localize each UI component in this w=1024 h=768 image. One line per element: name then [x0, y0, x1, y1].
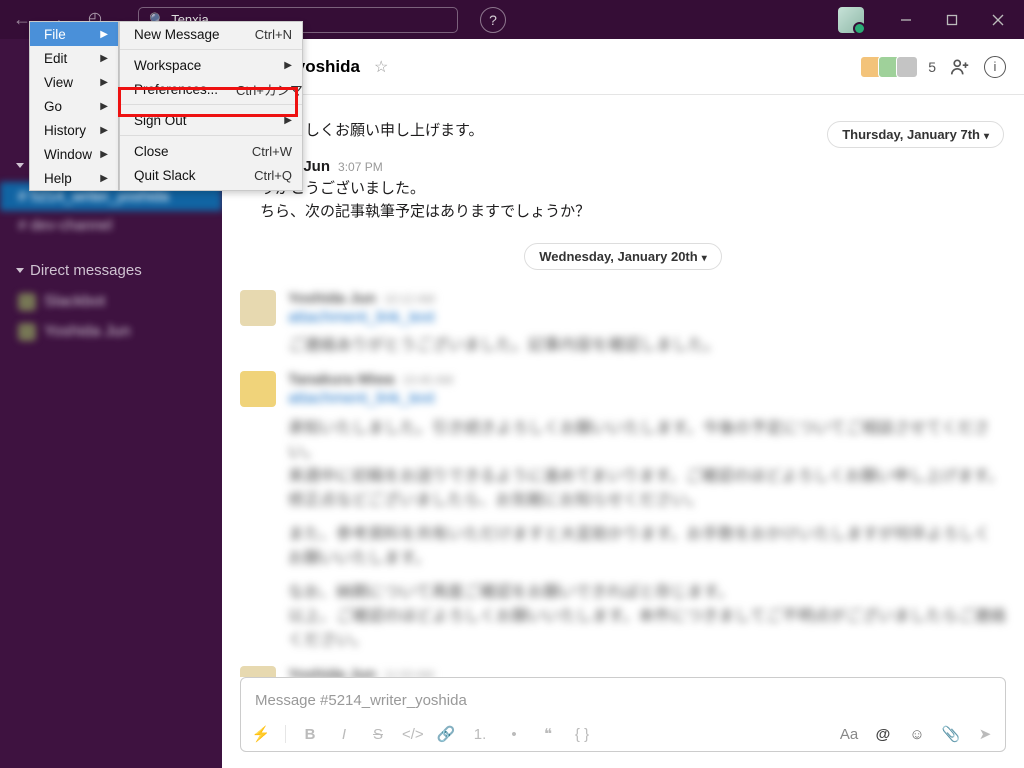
message: Tanakura Miwa10:45 AM attachment_link_te… [288, 371, 1006, 650]
member-count: 5 [928, 59, 936, 75]
channel-header: writer_yoshida ☆ 5 i [222, 39, 1024, 95]
message-time: 3:07 PM [338, 160, 383, 174]
composer-input[interactable]: Message #5214_writer_yoshida [241, 678, 1005, 719]
message-pane: 卒よろしくお願い申し上げます。 shida Jun 3:07 PM りがとうござ… [222, 95, 1024, 677]
menu-file[interactable]: File▶ [30, 22, 118, 46]
app-menu-col2: New MessageCtrl+N Workspace▶ Preferences… [119, 21, 303, 191]
send-button[interactable]: ➤ [975, 725, 995, 743]
message-body: 卒よろしくお願い申し上げます。 [242, 115, 827, 144]
message-composer[interactable]: Message #5214_writer_yoshida ⚡ B I S </>… [240, 677, 1006, 752]
message-avatar [240, 666, 276, 677]
menu-go[interactable]: Go▶ [30, 94, 118, 118]
window-maximize[interactable] [930, 5, 974, 35]
window-close[interactable] [976, 5, 1020, 35]
bold-icon[interactable]: B [300, 726, 320, 743]
sidebar-channel-item[interactable]: # dev-channel [0, 211, 222, 240]
attach-icon[interactable]: 📎 [941, 725, 961, 743]
info-icon[interactable]: i [984, 56, 1006, 78]
sidebar-dm-item[interactable]: Slackbot [0, 287, 222, 317]
sidebar-dm-label: Direct messages [30, 262, 142, 279]
italic-icon[interactable]: I [334, 726, 354, 743]
caret-down-icon [16, 268, 24, 273]
menu-view[interactable]: View▶ [30, 70, 118, 94]
channel-pane: writer_yoshida ☆ 5 i 卒よろしくお願い申し上げます。 [222, 39, 1024, 768]
message-avatar [240, 371, 276, 407]
app-menu: File▶ Edit▶ View▶ Go▶ History▶ Window▶ H… [29, 21, 303, 191]
sidebar-dm-header[interactable]: Direct messages [0, 254, 222, 287]
emoji-icon[interactable]: ☺ [907, 726, 927, 743]
ul-icon[interactable]: • [504, 726, 524, 743]
link-icon[interactable]: 🔗 [436, 725, 456, 743]
message: Yoshida Jun11:03 AM ご丁寧にありがとうございます。承知いたし… [288, 666, 1006, 677]
message-avatar [240, 290, 276, 326]
window-minimize[interactable] [884, 5, 928, 35]
codeblock-icon[interactable]: { } [572, 726, 592, 743]
format-icon[interactable]: Aa [839, 726, 859, 743]
ol-icon[interactable]: 1. [470, 726, 490, 743]
message: shida Jun 3:07 PM りがとうございました。 ちら、次の記事執筆予… [242, 154, 827, 225]
member-avatar [896, 56, 918, 78]
strike-icon[interactable]: S [368, 726, 388, 743]
star-icon[interactable]: ☆ [374, 57, 388, 77]
composer-area: Message #5214_writer_yoshida ⚡ B I S </>… [222, 677, 1024, 768]
menu-quit[interactable]: Quit SlackCtrl+Q [120, 163, 302, 187]
add-user-button[interactable] [946, 53, 974, 81]
message-body: りがとうございました。 [260, 177, 809, 198]
sidebar-dm-item[interactable]: Yoshida Jun [0, 317, 222, 347]
quote-icon[interactable]: ❝ [538, 725, 558, 743]
channel-members[interactable]: 5 [864, 56, 936, 78]
menu-workspace[interactable]: Workspace▶ [120, 53, 302, 77]
window-controls [884, 5, 1024, 35]
code-icon[interactable]: </> [402, 726, 422, 743]
caret-down-icon [16, 163, 24, 168]
app-menu-col1: File▶ Edit▶ View▶ Go▶ History▶ Window▶ H… [29, 21, 119, 191]
help-icon[interactable]: ? [480, 7, 506, 33]
message-body: ちら、次の記事執筆予定はありますでしょうか？ [260, 200, 809, 221]
menu-close[interactable]: CloseCtrl+W [120, 139, 302, 163]
mention-icon[interactable]: @ [873, 726, 893, 743]
user-avatar[interactable] [838, 7, 864, 33]
menu-preferences[interactable]: Preferences...Ctrl+カンマ [120, 77, 302, 101]
menu-history[interactable]: History▶ [30, 118, 118, 142]
date-divider[interactable]: Thursday, January 7th▾ [827, 121, 1004, 148]
message: Yoshida Jun10:12 AM attachment_link_text… [288, 290, 1006, 355]
menu-sign-out[interactable]: Sign Out▶ [120, 108, 302, 132]
lightning-icon[interactable]: ⚡ [251, 725, 271, 743]
date-divider[interactable]: Wednesday, January 20th▾ [524, 243, 722, 270]
menu-help[interactable]: Help▶ [30, 166, 118, 190]
menu-edit[interactable]: Edit▶ [30, 46, 118, 70]
composer-toolbar: ⚡ B I S </> 🔗 1. • ❝ { } Aa @ ☺ 📎 ➤ [241, 719, 1005, 751]
menu-new-message[interactable]: New MessageCtrl+N [120, 22, 302, 46]
menu-window[interactable]: Window▶ [30, 142, 118, 166]
